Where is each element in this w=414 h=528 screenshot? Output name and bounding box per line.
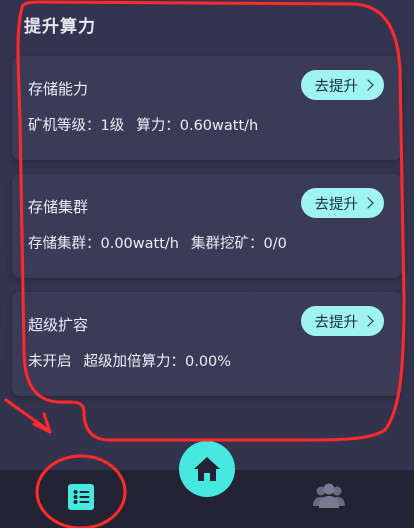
- boost-button-label: 去提升: [314, 196, 359, 213]
- boost-button-label: 去提升: [314, 314, 359, 331]
- cluster-rate: 存储集群：0.00watt/h: [28, 236, 179, 252]
- section-title: 提升算力: [24, 17, 96, 37]
- boost-button-label: 去提升: [314, 78, 359, 95]
- app-screen: 提升算力 存储能力 去提升 矿机等级：1级 算力：0.60watt/h 存储集群 …: [0, 0, 414, 528]
- home-icon: [194, 457, 220, 481]
- boost-button[interactable]: 去提升: [300, 188, 384, 218]
- hashrate: 算力：0.60watt/h: [136, 118, 259, 134]
- card-title: 超级扩容: [28, 316, 89, 334]
- chevron-right-icon: [362, 79, 374, 91]
- super-double-rate: 超级加倍算力：0.00%: [83, 354, 232, 370]
- chevron-right-icon: [362, 315, 374, 327]
- users-icon: [313, 483, 345, 508]
- nav-home-button[interactable]: [179, 441, 235, 497]
- boost-button[interactable]: 去提升: [300, 70, 384, 100]
- card-info: 未开启 超级加倍算力：0.00%: [28, 350, 231, 371]
- card-title: 存储集群: [28, 198, 89, 216]
- chevron-right-icon: [362, 197, 374, 209]
- card-info: 矿机等级：1级 算力：0.60watt/h: [28, 114, 258, 135]
- card-title: 存储能力: [28, 80, 89, 98]
- nav-list-button[interactable]: [67, 483, 95, 511]
- miner-level: 矿机等级：1级: [28, 118, 125, 134]
- card-storage-capacity: 存储能力 去提升 矿机等级：1级 算力：0.60watt/h: [12, 56, 402, 160]
- nav-users-button[interactable]: [312, 481, 346, 511]
- boost-button[interactable]: 去提升: [300, 306, 384, 336]
- list-icon: [68, 484, 94, 510]
- card-info: 存储集群：0.00watt/h 集群挖矿：0/0: [28, 232, 287, 253]
- card-storage-cluster: 存储集群 去提升 存储集群：0.00watt/h 集群挖矿：0/0: [12, 174, 402, 278]
- cluster-mining: 集群挖矿：0/0: [190, 236, 287, 252]
- card-super-expansion: 超级扩容 去提升 未开启 超级加倍算力：0.00%: [12, 292, 402, 396]
- status-text: 未开启: [28, 354, 72, 370]
